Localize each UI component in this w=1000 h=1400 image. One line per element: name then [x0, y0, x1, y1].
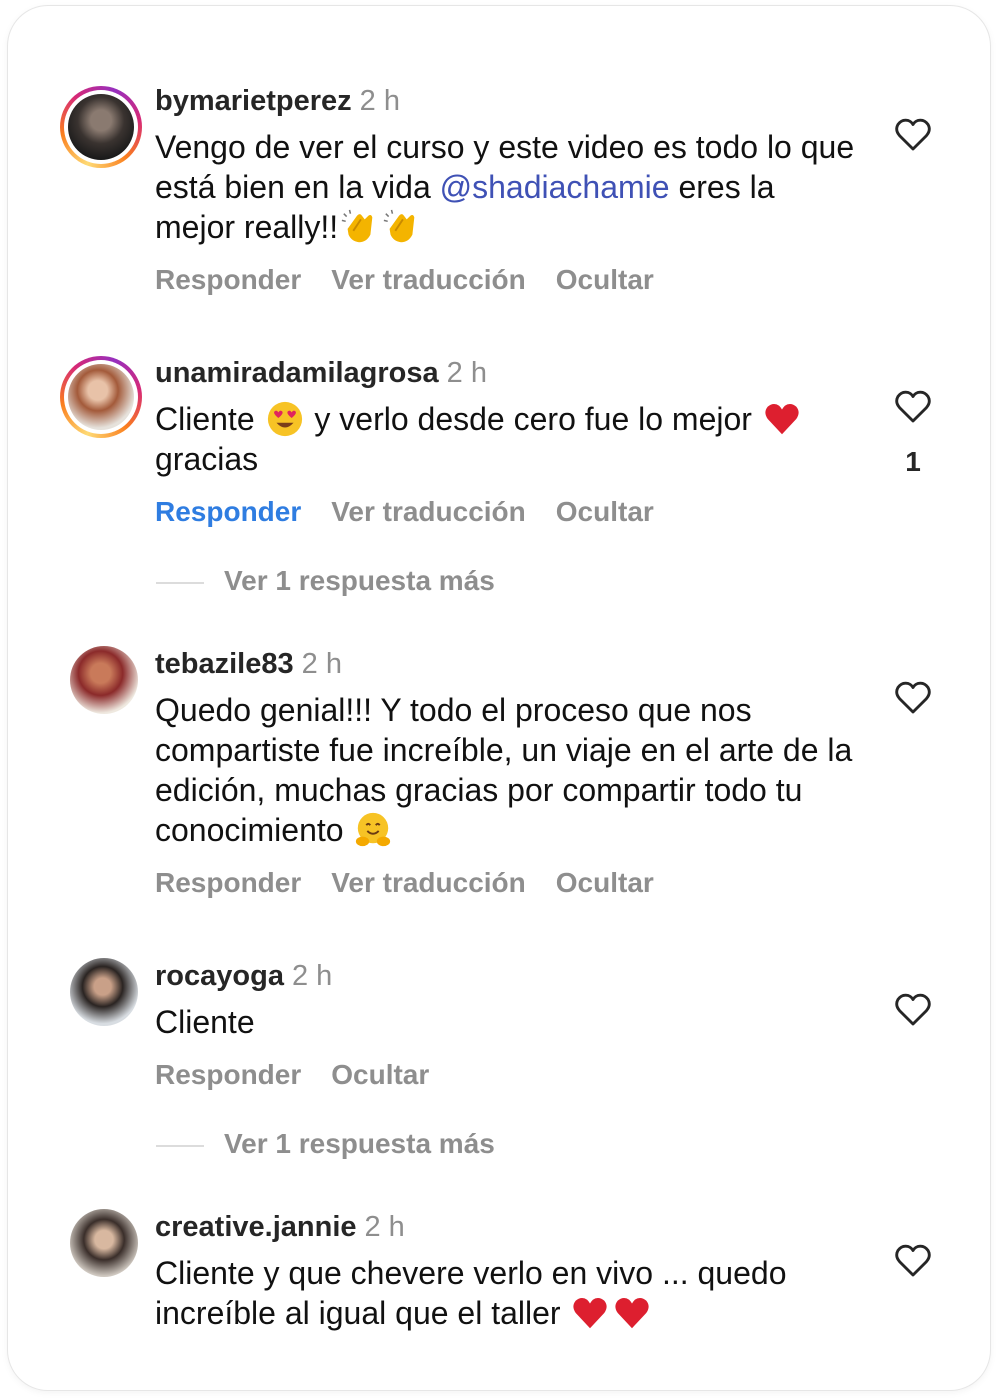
red-heart-emoji	[765, 404, 799, 435]
comment-text: Cliente	[155, 1004, 255, 1040]
timestamp: 2 h	[291, 960, 333, 992]
view-replies-button[interactable]: Ver 1 respuesta más	[156, 565, 495, 597]
heart-icon[interactable]	[894, 116, 932, 152]
red-heart-emoji	[573, 1298, 608, 1329]
username[interactable]: bymarietperez	[155, 85, 352, 117]
see-translation-button[interactable]: Ver traducción	[331, 264, 526, 295]
comment-text: Vengo de ver el curso y este video es to…	[155, 129, 864, 245]
hide-button[interactable]: Ocultar	[556, 264, 654, 295]
timestamp: 2 h	[301, 648, 342, 680]
see-translation-button[interactable]: Ver traducción	[331, 496, 526, 527]
avatar[interactable]	[60, 86, 142, 168]
reply-button[interactable]: Responder	[155, 264, 301, 295]
heart-icon[interactable]	[894, 388, 932, 424]
avatar[interactable]	[70, 958, 138, 1026]
comment-text: Quedo genial!!! Y todo el proceso que no…	[155, 692, 862, 848]
avatar[interactable]	[60, 356, 142, 438]
mention-link[interactable]: @shadiachamie	[440, 169, 670, 205]
comment-actions: Responder Ocultar	[155, 1059, 459, 1091]
reply-button[interactable]: Responder	[155, 867, 301, 898]
username[interactable]: rocayoga	[155, 960, 284, 992]
divider-line	[156, 1144, 204, 1147]
timestamp: 2 h	[359, 85, 400, 117]
divider-line	[156, 581, 204, 584]
red-heart-emoji	[615, 1298, 650, 1329]
clapping-hands-emoji	[341, 209, 373, 243]
reply-button[interactable]: Responder	[155, 1059, 301, 1090]
like-count: 1	[905, 446, 921, 477]
username[interactable]: creative.jannie	[155, 1211, 357, 1243]
heart-icon[interactable]	[894, 991, 932, 1027]
comment-text: Cliente y que chevere verlo en vivo ... …	[155, 1255, 796, 1331]
reply-button[interactable]: Responder	[155, 496, 301, 527]
comment-actions: Responder Ver traducción Ocultar	[155, 264, 684, 296]
clapping-hands-emoji	[383, 209, 415, 243]
comment-actions: Responder Ver traducción Ocultar	[155, 496, 684, 528]
comments-panel: bymarietperez 2 h Vengo de ver el curso y…	[8, 6, 990, 1390]
hide-button[interactable]: Ocultar	[556, 867, 654, 898]
avatar[interactable]	[70, 1209, 138, 1277]
see-translation-button[interactable]: Ver traducción	[331, 867, 526, 898]
hugging-face-emoji	[356, 812, 391, 847]
heart-icon[interactable]	[894, 679, 932, 715]
comment-actions: Responder Ver traducción Ocultar	[155, 867, 684, 899]
avatar[interactable]	[70, 646, 138, 714]
comment-text: Cliente y verlo desde cero fue lo mejor …	[155, 401, 812, 477]
view-replies-button[interactable]: Ver 1 respuesta más	[156, 1128, 495, 1160]
timestamp: 2 h	[446, 357, 487, 389]
timestamp: 2 h	[364, 1211, 405, 1243]
heart-icon[interactable]	[894, 1242, 932, 1278]
hide-button[interactable]: Ocultar	[556, 496, 654, 527]
username[interactable]: unamiradamilagrosa	[155, 357, 439, 389]
username[interactable]: tebazile83	[155, 648, 294, 680]
heart-eyes-emoji	[267, 401, 302, 437]
hide-button[interactable]: Ocultar	[331, 1059, 429, 1090]
